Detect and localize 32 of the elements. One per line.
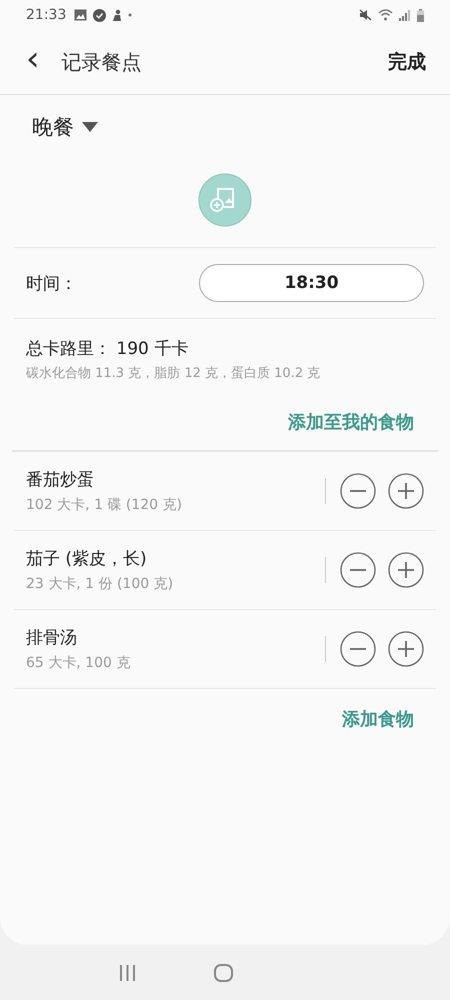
page-title: 记录餐点 [62,48,142,76]
nutrient-breakdown: 碳水化合物 11.3 克，脂肪 12 克，蛋白质 10.2 克 [26,365,322,382]
plus-button[interactable] [388,473,424,509]
home-icon[interactable] [214,964,233,982]
food-detail: 23 大卡, 1 份 (100 克) [26,575,174,593]
meal-dropdown[interactable]: 晚餐 [30,109,100,145]
gallery-icon [74,9,88,21]
battery-icon [417,8,424,22]
food-name: 番茄炒蛋 [26,469,95,491]
recent-apps-icon[interactable] [119,964,136,980]
minus-button[interactable] [340,473,376,509]
dot-icon [128,13,132,17]
total-calories: 总卡路里： 190 千卡 [26,338,190,360]
status-time: 21:33 [26,7,66,23]
time-field[interactable]: 18:30 [199,264,424,302]
mute-icon [359,9,372,21]
signal-icon [399,10,411,20]
back-button[interactable]: ‹ [20,42,46,82]
done-button[interactable]: 完成 [384,43,430,81]
check-circle-icon [93,8,106,22]
plus-button[interactable] [388,631,424,667]
plus-button[interactable] [388,552,424,588]
figure-icon [112,9,122,21]
caret-icon [82,122,98,132]
food-detail: 65 大卡, 100 克 [26,654,132,672]
food-name: 排骨汤 [26,627,78,649]
food-detail: 102 大卡, 1 碟 (120 克) [26,496,183,514]
time-label: 时间： [26,272,78,294]
minus-button[interactable] [340,631,376,667]
food-name: 茄子 (紫皮，长) [26,548,148,570]
minus-button[interactable] [340,552,376,588]
wifi-icon [378,9,393,21]
